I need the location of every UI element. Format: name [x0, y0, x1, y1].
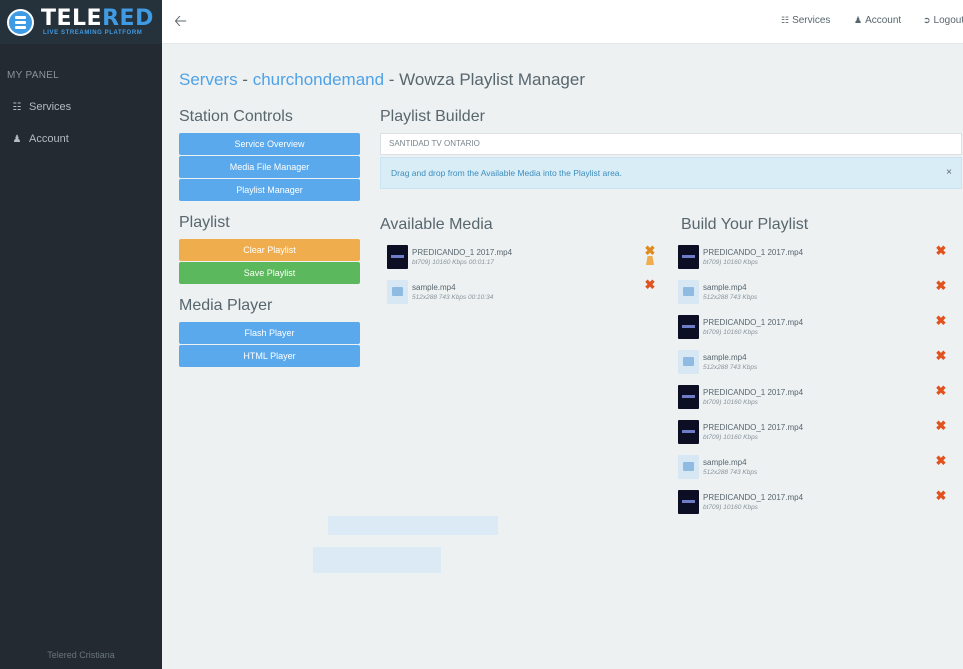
playlist-manager-button[interactable]: Playlist Manager	[179, 179, 360, 201]
playlist-item-meta: bt709) 10160 Kbps	[703, 329, 758, 336]
breadcrumb: Servers - churchondemand - Wowza Playlis…	[179, 70, 585, 89]
playlist-item-name: PREDICANDO_1 2017.mp4	[703, 318, 804, 327]
nav-heading: MY PANEL	[7, 70, 60, 81]
top-bar: 🡠 ☷ Services ♟ Account ➲ Logout	[162, 0, 963, 44]
video-thumbnail-icon	[387, 245, 408, 269]
file-thumbnail-icon	[387, 280, 408, 304]
playlist-item-meta: bt709) 10160 Kbps	[703, 434, 758, 441]
media-file-manager-button[interactable]: Media File Manager	[179, 156, 360, 178]
sidebar-item-label: Account	[29, 133, 69, 145]
playlist-item-name: PREDICANDO_1 2017.mp4	[703, 493, 804, 502]
playlist-item[interactable]: sample.mp4 512x288 743 Kbps	[678, 280, 918, 310]
available-media-title: Available Media	[380, 216, 493, 233]
playlist-item[interactable]: sample.mp4 512x288 743 Kbps	[678, 350, 918, 380]
sitemap-icon: ☷	[781, 15, 790, 25]
remove-icon[interactable]: ✖	[935, 489, 947, 502]
playlist-item[interactable]: PREDICANDO_1 2017.mp4 bt709) 10160 Kbps	[678, 315, 918, 345]
file-thumbnail-icon	[678, 280, 699, 304]
playlist-title: Playlist	[179, 214, 230, 231]
playlist-item-meta: 512x288 743 Kbps	[703, 469, 758, 476]
playlist-item-meta: bt709) 10160 Kbps	[703, 259, 758, 266]
playlist-item-name: sample.mp4	[703, 458, 747, 467]
playlist-item[interactable]: PREDICANDO_1 2017.mp4 bt709) 10160 Kbps	[678, 245, 918, 275]
user-icon: ♟	[854, 15, 863, 25]
drag-placeholder	[328, 516, 498, 535]
remove-icon[interactable]: ✖	[935, 384, 947, 397]
remove-icon[interactable]: ✖	[935, 454, 947, 467]
sitemap-icon: ☷	[12, 101, 22, 113]
playlist-item-meta: 512x288 743 Kbps	[703, 294, 758, 301]
breadcrumb-server-link[interactable]: churchondemand	[253, 70, 384, 89]
remove-icon[interactable]: ✖	[935, 279, 947, 292]
media-player-title: Media Player	[179, 297, 273, 314]
topbar-services-link[interactable]: ☷ Services	[781, 15, 830, 26]
station-controls-title: Station Controls	[179, 108, 293, 125]
topbar-logout-link[interactable]: ➲ Logout	[923, 15, 963, 26]
brand-logo[interactable]: TELERED LIVE STREAMING PLATFORM	[0, 0, 162, 44]
playlist-item-name: PREDICANDO_1 2017.mp4	[703, 248, 804, 257]
station-select[interactable]: SANTIDAD TV ONTARIO	[380, 133, 962, 155]
playlist-item-meta: 512x288 743 Kbps	[703, 364, 758, 371]
remove-icon[interactable]: ✖	[644, 244, 656, 257]
video-thumbnail-icon	[678, 315, 699, 339]
remove-icon[interactable]: ✖	[935, 349, 947, 362]
arrow-left-icon[interactable]: 🡠	[174, 12, 188, 32]
service-overview-button[interactable]: Service Overview	[179, 133, 360, 155]
topbar-account-link[interactable]: ♟ Account	[854, 15, 901, 26]
playlist-item[interactable]: PREDICANDO_1 2017.mp4 bt709) 10160 Kbps	[678, 420, 918, 450]
playlist-item-name: sample.mp4	[703, 283, 747, 292]
flash-player-button[interactable]: Flash Player	[179, 322, 360, 344]
save-playlist-button[interactable]: Save Playlist	[179, 262, 360, 284]
sidebar-item-account[interactable]: ♟ Account	[0, 128, 162, 150]
list-item[interactable]: PREDICANDO_1 2017.mp4 bt709) 10160 Kbps …	[387, 245, 667, 275]
playlist-builder-title: Playlist Builder	[380, 108, 485, 125]
video-thumbnail-icon	[678, 490, 699, 514]
video-thumbnail-icon	[678, 420, 699, 444]
sidebar-item-label: Services	[29, 101, 72, 113]
remove-icon[interactable]: ✖	[644, 278, 656, 291]
list-item[interactable]: sample.mp4 512x288 743 Kbps 00:10:34	[387, 280, 667, 310]
page-title: Wowza Playlist Manager	[399, 70, 585, 89]
clear-playlist-button[interactable]: Clear Playlist	[179, 239, 360, 261]
playlist-item[interactable]: PREDICANDO_1 2017.mp4 bt709) 10160 Kbps	[678, 385, 918, 415]
playlist-item[interactable]: sample.mp4 512x288 743 Kbps	[678, 455, 918, 485]
sidebar-footer: Telered Cristiana	[47, 650, 115, 660]
close-icon[interactable]: ×	[946, 158, 952, 188]
build-playlist-title: Build Your Playlist	[681, 216, 809, 233]
sidebar-item-services[interactable]: ☷ Services	[0, 96, 162, 118]
remove-icon[interactable]: ✖	[935, 244, 947, 257]
file-thumbnail-icon	[678, 350, 699, 374]
server-logo-icon	[7, 9, 34, 36]
sidebar: TELERED LIVE STREAMING PLATFORM MY PANEL…	[0, 0, 162, 669]
info-alert: Drag and drop from the Available Media i…	[380, 157, 962, 189]
breadcrumb-servers-link[interactable]: Servers	[179, 70, 238, 89]
playlist-item-meta: bt709) 10160 Kbps	[703, 399, 758, 406]
info-alert-text: Drag and drop from the Available Media i…	[391, 168, 622, 178]
file-thumbnail-icon	[678, 455, 699, 479]
drag-placeholder	[313, 547, 441, 573]
brand-tagline: LIVE STREAMING PLATFORM	[43, 30, 143, 36]
playlist-item-name: sample.mp4	[703, 353, 747, 362]
html-player-button[interactable]: HTML Player	[179, 345, 360, 367]
sign-out-icon: ➲	[923, 15, 931, 25]
video-thumbnail-icon	[678, 245, 699, 269]
remove-icon[interactable]: ✖	[935, 419, 947, 432]
remove-icon[interactable]: ✖	[935, 314, 947, 327]
playlist-item-name: PREDICANDO_1 2017.mp4	[703, 423, 804, 432]
brand-name: TELERED	[41, 6, 154, 31]
playlist-item-meta: bt709) 10160 Kbps	[703, 504, 758, 511]
video-thumbnail-icon	[678, 385, 699, 409]
playlist-item-name: PREDICANDO_1 2017.mp4	[703, 388, 804, 397]
user-icon: ♟	[12, 133, 22, 145]
playlist-item[interactable]: PREDICANDO_1 2017.mp4 bt709) 10160 Kbps	[678, 490, 918, 520]
